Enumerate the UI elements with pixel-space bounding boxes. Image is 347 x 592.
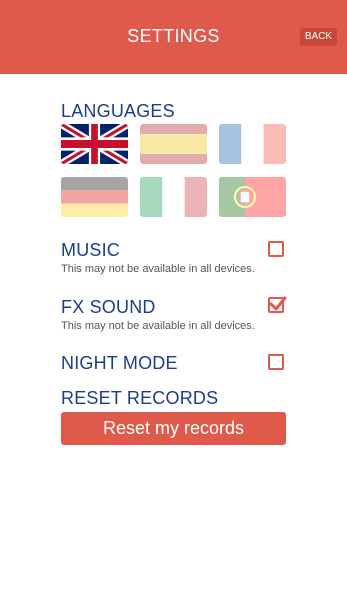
page-title: SETTINGS: [127, 26, 220, 46]
france-flag-icon[interactable]: [219, 124, 286, 164]
checkmark-icon: [269, 296, 287, 311]
night-mode-checkbox[interactable]: [268, 354, 284, 370]
spain-flag-icon[interactable]: [140, 124, 207, 164]
music-note: This may not be available in all devices…: [61, 263, 255, 275]
reset-records-label: RESET RECORDS: [61, 388, 219, 408]
night-mode-label: NIGHT MODE: [61, 353, 178, 373]
music-checkbox[interactable]: [268, 241, 284, 257]
uk-flag-icon[interactable]: [61, 124, 128, 164]
fx-sound-checkbox[interactable]: [268, 296, 287, 313]
languages-label: LANGUAGES: [61, 101, 175, 121]
italy-flag-icon[interactable]: [140, 177, 207, 217]
music-label: MUSIC: [61, 240, 120, 260]
fx-sound-note: This may not be available in all devices…: [61, 320, 255, 332]
portugal-flag-icon[interactable]: [219, 177, 286, 217]
germany-flag-icon[interactable]: [61, 177, 128, 217]
reset-records-button[interactable]: Reset my records: [61, 412, 286, 445]
header-bar: SETTINGS BACK: [0, 0, 347, 74]
fx-sound-label: FX SOUND: [61, 297, 156, 317]
back-button[interactable]: BACK: [300, 28, 337, 46]
